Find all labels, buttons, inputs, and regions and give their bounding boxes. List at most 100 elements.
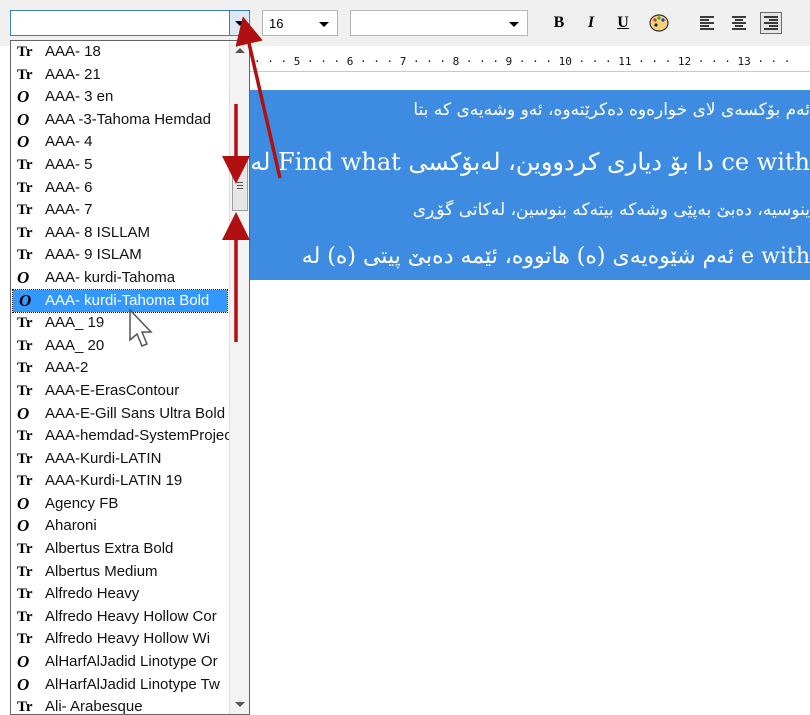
opentype-font-icon: O [17,516,30,536]
font-list-item[interactable]: Tr AAA-E-ErasContour [11,380,229,403]
font-list-item-label: AAA-Kurdi-LATIN [45,449,162,467]
font-list-item[interactable]: O AAA- 4 [11,131,229,154]
font-dropdown-button[interactable] [229,11,249,35]
truetype-font-icon: Tr [17,428,33,445]
font-list-item-label: AAA-hemdad-SystemProject [45,427,229,445]
font-list-item-label: AAA- kurdi-Tahoma [45,268,176,286]
scroll-up-icon[interactable] [235,48,245,53]
font-list-item[interactable]: Tr AAA-hemdad-SystemProject [11,425,229,448]
font-size-combobox[interactable]: 16 [262,10,338,36]
font-list-item[interactable]: Tr AAA_ 20 [11,335,229,358]
font-list-item[interactable]: Tr AAA-Kurdi-LATIN [11,448,229,471]
font-list-item[interactable]: O AlHarfAlJadid Linotype Tw [11,674,229,697]
font-list-item[interactable]: Tr AAA- 6 [11,177,229,200]
font-list-item[interactable]: Tr Albertus Extra Bold [11,538,229,561]
truetype-font-icon: Tr [17,450,33,467]
font-list-item[interactable]: O AAA- kurdi-Tahoma Bold [12,288,228,314]
opentype-font-icon: O [19,290,32,310]
document-line[interactable]: ئەم بۆکسەی لای خوارەوە دەکرێتەوە، ئەو وش… [413,100,810,120]
list-scrollbar[interactable] [229,41,249,714]
truetype-font-icon: Tr [17,608,33,625]
font-list-item-label: Alfredo Heavy [45,585,140,603]
font-list-item-label: AAA- kurdi-Tahoma Bold [45,291,210,309]
font-list-item-label: AAA- 7 [45,201,93,219]
align-left-button[interactable] [696,12,718,34]
truetype-font-icon: Tr [17,247,33,264]
font-list-item-label: AAA- 9 ISLAM [45,246,142,264]
truetype-font-icon: Tr [17,44,33,60]
font-list-item-label: Alfredo Heavy Hollow Wi [45,630,211,648]
truetype-font-icon: Tr [17,586,33,603]
document-line[interactable]: لە Find what دا بۆ دیاری کردووین، لەبۆکس… [250,148,810,176]
truetype-font-icon: Tr [17,382,33,399]
truetype-font-icon: Tr [17,202,33,219]
horizontal-ruler[interactable]: · · · 5 · · · 6 · · · 7 · · · 8 · · · 9 … [250,50,810,72]
opentype-font-icon: O [17,109,30,129]
font-list-item-label: Albertus Medium [45,562,158,580]
font-list-item[interactable]: O AAA- kurdi-Tahoma [11,267,229,290]
font-list-item[interactable]: Tr AAA- 8 ISLLAM [11,222,229,245]
scroll-down-icon[interactable] [235,702,245,707]
font-list-item[interactable]: Tr AAA- 7 [11,199,229,222]
align-right-icon [764,16,778,30]
italic-button[interactable]: I [580,12,602,34]
font-list-item[interactable]: O AAA- 3 en [11,86,229,109]
truetype-font-icon: Tr [17,473,33,490]
font-list-item-label: AAA-E-Gill Sans Ultra Bold [45,404,226,422]
style-combobox[interactable] [350,10,528,36]
font-list-item[interactable]: Tr Alfredo Heavy [11,583,229,606]
font-name-combobox[interactable] [10,10,250,36]
font-list-item[interactable]: Tr Alfredo Heavy Hollow Wi [11,628,229,651]
opentype-font-icon: O [17,652,30,672]
bold-button[interactable]: B [548,12,570,34]
opentype-font-icon: O [17,132,30,152]
font-list-item[interactable]: Tr Ali- Arabesque [11,696,229,715]
opentype-font-icon: O [17,403,30,423]
font-list-item-label: AAA- 8 ISLLAM [45,223,151,241]
truetype-font-icon: Tr [17,156,33,173]
font-list-item[interactable]: O AAA-E-Gill Sans Ultra Bold [11,403,229,426]
font-list-item[interactable]: Tr Albertus Medium [11,561,229,584]
font-list-item-label: Albertus Extra Bold [45,540,174,558]
selected-document-text[interactable]: ئەم بۆکسەی لای خوارەوە دەکرێتەوە، ئەو وش… [250,90,810,280]
scrollbar-thumb[interactable] [232,161,248,211]
font-list-item-label: AAA_ 20 [45,336,105,354]
font-list-item[interactable]: Tr AAA- 9 ISLAM [11,244,229,267]
font-list-item[interactable]: O Aharoni [11,515,229,538]
underline-button[interactable]: U [612,12,634,34]
font-list-item[interactable]: Tr AAA_ 19 [11,312,229,335]
opentype-font-icon: O [17,493,30,513]
font-list-item[interactable]: O AAA -3-Tahoma Hemdad [11,109,229,132]
font-list-item[interactable]: Tr AAA-Kurdi-LATIN 19 [11,470,229,493]
align-left-icon [700,16,714,30]
opentype-font-icon: O [17,674,30,694]
font-list-item[interactable]: O Agency FB [11,493,229,516]
truetype-font-icon: Tr [17,360,33,377]
font-size-value[interactable]: 16 [269,16,283,31]
chevron-down-icon[interactable] [509,22,519,27]
font-list-item[interactable]: Tr AAA- 21 [11,64,229,87]
chevron-down-icon[interactable] [319,22,329,27]
font-dropdown-list[interactable]: Tr AAA- 18 Tr AAA- 21 O AAA- 3 en O AAA -3-Taho… [10,40,250,715]
font-list-item-label: AAA- 5 [45,155,93,173]
font-list-item[interactable]: Tr AAA-2 [11,357,229,380]
align-center-button[interactable] [728,12,750,34]
font-list-item[interactable]: Tr AAA- 5 [11,154,229,177]
font-list-item-label: AAA -3-Tahoma Hemdad [45,110,211,128]
font-list-item-label: AlHarfAlJadid Linotype Or [45,653,218,671]
align-center-icon [732,16,746,30]
document-line[interactable]: ینوسیە، دەبێ بەپێی وشەکە بیتەکە بنوسین، … [413,200,810,220]
document-line[interactable]: ئەم شێوەیەی (ە) هاتووە، ئێمە دەبێ پیتی (… [302,244,810,269]
truetype-font-icon: Tr [17,699,33,715]
font-list-item-label: AlHarfAlJadid Linotype Tw [45,675,220,693]
font-list-item[interactable]: Tr Alfredo Heavy Hollow Cor [11,606,229,629]
font-list-item[interactable]: Tr AAA- 18 [11,41,229,64]
align-right-button[interactable] [760,12,782,34]
font-list-item-label: AAA-E-ErasContour [45,381,180,399]
truetype-font-icon: Tr [17,66,33,83]
truetype-font-icon: Tr [17,224,33,241]
font-list-item[interactable]: O AlHarfAlJadid Linotype Or [11,651,229,674]
font-color-button[interactable] [648,12,670,34]
palette-icon [649,14,669,32]
opentype-font-icon: O [17,87,30,107]
